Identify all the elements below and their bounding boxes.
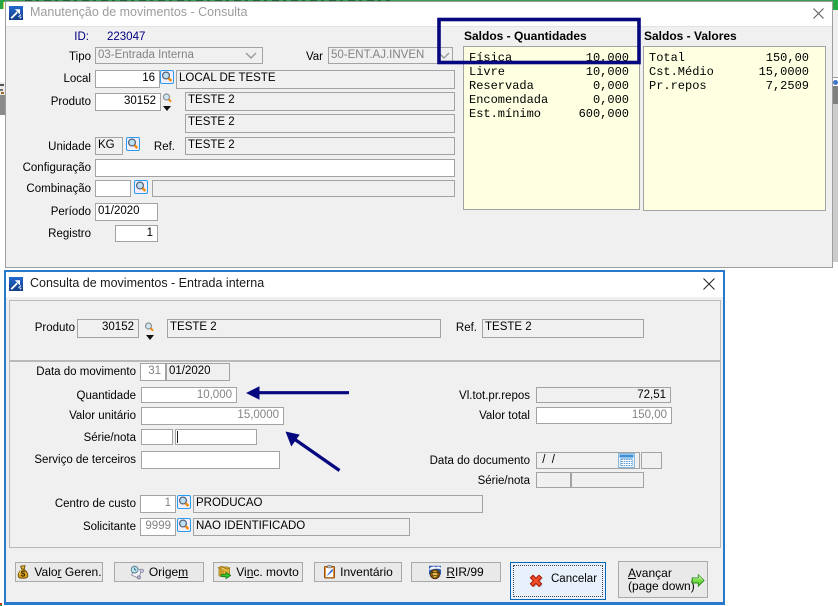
svg-text:$: $	[21, 569, 26, 578]
